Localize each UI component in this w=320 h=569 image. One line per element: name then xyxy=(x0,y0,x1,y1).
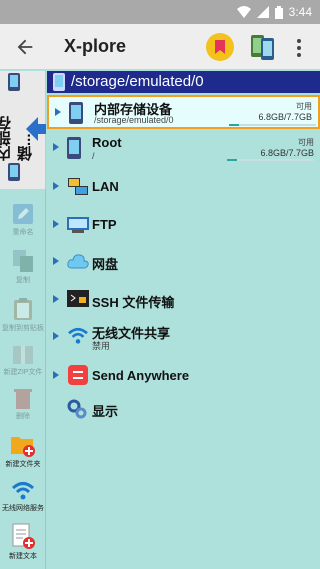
item-name: 显示 xyxy=(92,404,119,419)
list-item-ssh[interactable]: SSH 文件传输 xyxy=(47,287,320,313)
app-title: X-plore xyxy=(64,36,127,56)
wifi-icon xyxy=(68,327,88,344)
device-switch-icon[interactable] xyxy=(250,32,276,62)
list-item-ftp[interactable]: FTP xyxy=(47,212,320,238)
app-bar: X-plore xyxy=(0,24,320,70)
expand-arrow-icon[interactable] xyxy=(53,371,59,379)
clipboard-icon xyxy=(14,298,32,320)
rename-label: 重命名 xyxy=(12,229,34,236)
new-zip-button[interactable]: 新建ZIP文件 xyxy=(0,343,46,377)
expand-arrow-icon[interactable] xyxy=(53,220,59,228)
phone-icon xyxy=(69,102,83,124)
item-path: / xyxy=(92,151,95,161)
copy-icon xyxy=(13,250,33,272)
wifi-server-button[interactable]: 无线网络服务 xyxy=(0,481,46,513)
pane-arrow-icon xyxy=(26,117,46,141)
wifi-icon xyxy=(11,482,35,500)
delete-button[interactable]: 删除 xyxy=(0,387,46,421)
more-options-icon[interactable] xyxy=(294,38,304,58)
item-name: Root xyxy=(92,135,122,150)
expand-arrow-icon[interactable] xyxy=(53,143,59,151)
item-name: 网盘 xyxy=(92,257,119,272)
free-label: 可用 xyxy=(298,138,314,147)
new-text-button[interactable]: 新建文本 xyxy=(0,523,46,561)
ftp-icon xyxy=(67,217,89,233)
ssh-terminal-icon xyxy=(67,290,89,307)
new-folder-button[interactable]: 新建文件夹 xyxy=(0,433,46,469)
phone-icon xyxy=(8,163,20,181)
zip-icon xyxy=(13,346,33,364)
list-item-cloud[interactable]: 网盘 xyxy=(47,249,320,275)
storage-usage-bar xyxy=(229,124,316,126)
new-text-label: 新建文本 xyxy=(9,553,37,560)
item-path: /storage/emulated/0 xyxy=(94,115,174,125)
cloud-icon xyxy=(67,254,89,269)
bookmark-button[interactable] xyxy=(206,33,234,61)
status-time: 3:44 xyxy=(288,5,312,19)
item-status: 禁用 xyxy=(92,341,111,351)
delete-label: 删除 xyxy=(16,413,30,420)
current-path: /storage/emulated/0 xyxy=(71,73,204,90)
list-item-root[interactable]: Root / 可用 6.8GB/7.7GB xyxy=(47,133,320,165)
rename-button[interactable]: 重命名 xyxy=(0,203,46,237)
item-name: SSH 文件传输 xyxy=(92,295,175,310)
battery-icon xyxy=(274,5,283,19)
copy-label: 复制 xyxy=(16,277,30,284)
cell-signal-icon xyxy=(256,6,269,18)
phone-icon xyxy=(53,73,65,91)
expand-arrow-icon[interactable] xyxy=(53,295,59,303)
list-item-display[interactable]: 显示 xyxy=(47,397,320,421)
wifi-signal-icon xyxy=(236,6,251,18)
list-item-wifi-share[interactable]: 无线文件共享 禁用 xyxy=(47,322,320,352)
edit-icon xyxy=(13,204,33,224)
pane-tab-internal-storage[interactable]: 内部存储... xyxy=(0,71,46,189)
storage-size: 6.8GB/7.7GB xyxy=(260,148,314,158)
sidebar: 内部存储... 重命名 复制 复制到剪贴板 新建ZIP文件 删除 新建文件夹 无… xyxy=(0,71,46,569)
item-name: FTP xyxy=(92,217,117,232)
status-bar: 3:44 xyxy=(0,0,320,24)
copy-to-clipboard-button[interactable]: 复制到剪贴板 xyxy=(0,297,46,333)
lan-icon xyxy=(68,178,88,195)
expand-arrow-icon[interactable] xyxy=(53,257,59,265)
bookmark-icon xyxy=(215,40,225,54)
phone-icon xyxy=(67,137,81,159)
free-label: 可用 xyxy=(296,102,312,111)
new-folder-icon xyxy=(11,437,35,457)
new-text-icon xyxy=(12,523,35,549)
status-icons: 3:44 xyxy=(236,5,312,19)
send-anywhere-icon xyxy=(68,365,88,385)
wifi-server-label: 无线网络服务 xyxy=(2,505,44,512)
list-item-send-anywhere[interactable]: Send Anywhere xyxy=(47,363,320,389)
copy-button[interactable]: 复制 xyxy=(0,249,46,285)
storage-size: 6.8GB/7.7GB xyxy=(258,112,312,122)
new-folder-label: 新建文件夹 xyxy=(5,461,41,468)
expand-arrow-icon[interactable] xyxy=(55,108,61,116)
item-name: Send Anywhere xyxy=(92,368,190,383)
item-name: LAN xyxy=(92,179,119,194)
storage-usage-bar xyxy=(227,159,314,161)
back-arrow-icon[interactable] xyxy=(14,36,36,58)
expand-arrow-icon[interactable] xyxy=(53,182,59,190)
copy-to-clipboard-label: 复制到剪贴板 xyxy=(2,325,44,332)
new-zip-label: 新建ZIP文件 xyxy=(3,369,43,376)
list-item-lan[interactable]: LAN xyxy=(47,174,320,200)
current-path-bar[interactable]: /storage/emulated/0 xyxy=(47,71,320,93)
trash-icon xyxy=(14,389,32,409)
pane-tab-label: 内部存储... xyxy=(0,116,34,161)
list-item-internal-storage[interactable]: 内部存储设备 /storage/emulated/0 可用 6.8GB/7.7G… xyxy=(47,95,320,129)
gears-icon xyxy=(67,399,87,419)
expand-arrow-icon[interactable] xyxy=(53,332,59,340)
